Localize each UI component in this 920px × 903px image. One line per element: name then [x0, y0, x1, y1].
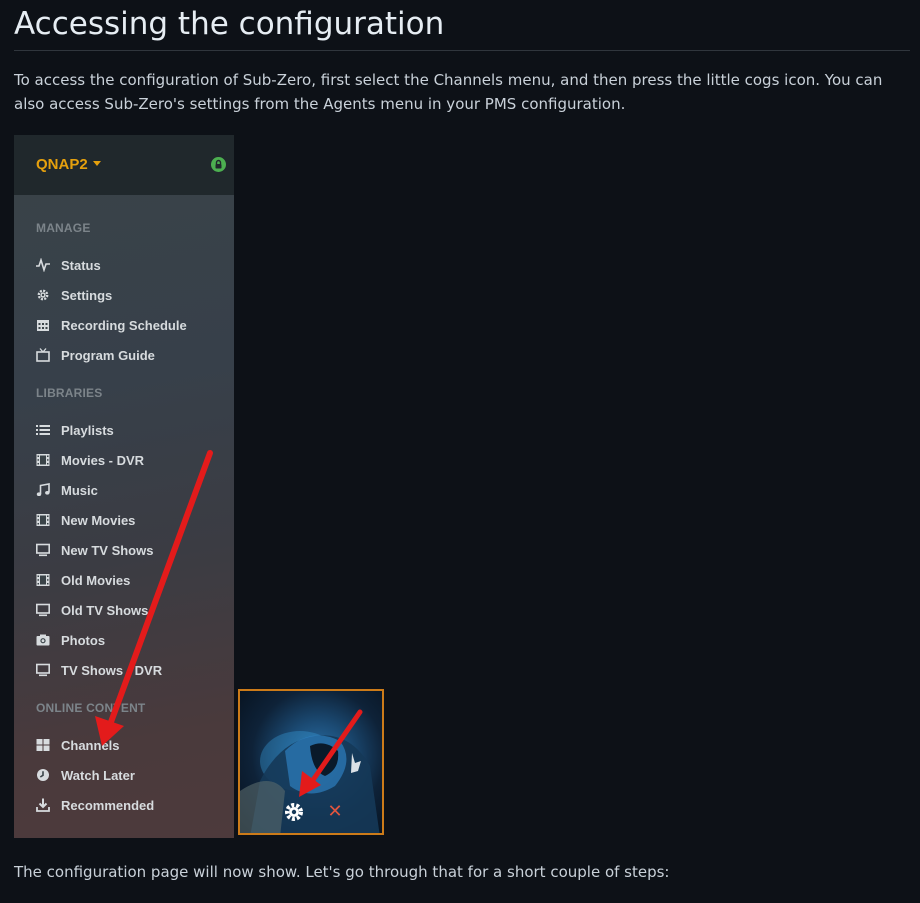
gear-icon[interactable] — [283, 801, 305, 823]
sidebar-item-recommended[interactable]: Recommended — [36, 795, 226, 815]
page-title: Accessing the configuration — [14, 6, 445, 42]
sidebar-item-status[interactable]: Status — [36, 255, 226, 275]
server-name: QNAP2 — [36, 156, 88, 173]
sidebar-item-label: Program Guide — [61, 347, 155, 363]
server-selector[interactable]: QNAP2 — [36, 156, 101, 173]
sidebar-item-label: Old Movies — [61, 572, 131, 588]
channel-artwork — [240, 731, 380, 833]
sidebar-item-label: Playlists — [61, 422, 114, 438]
sidebar-item-label: Watch Later — [61, 767, 135, 783]
grid-icon — [36, 739, 50, 751]
sidebar-item-label: New TV Shows — [61, 542, 154, 558]
section-heading-libraries: LIBRARIES — [36, 386, 103, 400]
monitor-icon — [36, 543, 50, 557]
sidebar-item-label: Recommended — [61, 797, 155, 813]
sidebar-item-old-tv-shows[interactable]: Old TV Shows — [36, 600, 226, 620]
clock-icon — [37, 769, 49, 781]
sidebar-item-photos[interactable]: Photos — [36, 630, 226, 650]
title-divider — [14, 50, 910, 51]
music-icon — [36, 483, 50, 496]
close-icon[interactable]: ✕ — [326, 803, 344, 821]
camera-icon — [36, 634, 50, 646]
sidebar-item-recording-schedule[interactable]: Recording Schedule — [36, 315, 226, 335]
sidebar-item-watch-later[interactable]: Watch Later — [36, 765, 226, 785]
sidebar-item-old-movies[interactable]: Old Movies — [36, 570, 226, 590]
sidebar-item-label: Recording Schedule — [61, 317, 187, 333]
sidebar-item-label: Old TV Shows — [61, 602, 149, 618]
section-heading-online-content: ONLINE CONTENT — [36, 701, 146, 715]
sidebar-item-tv-shows-dvr[interactable]: TV Shows - DVR — [36, 660, 226, 680]
sidebar-item-label: New Movies — [61, 512, 136, 528]
film-icon — [36, 454, 50, 466]
plex-sidebar-screenshot: QNAP2 MANAGE Status Settings Recording S… — [14, 135, 234, 838]
tv-icon — [36, 348, 50, 362]
sidebar-item-label: Photos — [61, 632, 106, 648]
sidebar-item-music[interactable]: Music — [36, 480, 226, 500]
gear-icon — [37, 289, 49, 301]
sidebar-item-label: Music — [61, 482, 98, 498]
calendar-icon — [37, 320, 49, 331]
sidebar-item-new-movies[interactable]: New Movies — [36, 510, 226, 530]
sidebar-item-channels[interactable]: Channels — [36, 735, 226, 755]
sidebar-item-new-tv-shows[interactable]: New TV Shows — [36, 540, 226, 560]
sidebar-item-label: TV Shows - DVR — [61, 662, 163, 678]
film-icon — [36, 574, 50, 586]
channel-thumbnail[interactable]: ✕ — [238, 689, 384, 835]
sidebar-header: QNAP2 — [14, 135, 234, 195]
sidebar-item-movies-dvr[interactable]: Movies - DVR — [36, 450, 226, 470]
list-icon — [36, 425, 50, 435]
download-icon — [36, 798, 50, 812]
film-icon — [36, 514, 50, 526]
sidebar-item-label: Channels — [61, 737, 120, 753]
caret-down-icon — [92, 161, 101, 166]
monitor-icon — [36, 663, 50, 677]
lock-icon — [211, 157, 226, 172]
sidebar-item-playlists[interactable]: Playlists — [36, 420, 226, 440]
activity-icon — [36, 258, 50, 272]
outro-paragraph: The configuration page will now show. Le… — [14, 863, 670, 881]
monitor-icon — [36, 603, 50, 617]
sidebar-item-program-guide[interactable]: Program Guide — [36, 345, 226, 365]
section-heading-manage: MANAGE — [36, 221, 91, 235]
sidebar-item-settings[interactable]: Settings — [36, 285, 226, 305]
sidebar-item-label: Movies - DVR — [61, 452, 145, 468]
sidebar-item-label: Status — [61, 257, 101, 273]
intro-paragraph: To access the configuration of Sub-Zero,… — [14, 71, 883, 113]
sidebar-item-label: Settings — [61, 287, 113, 303]
